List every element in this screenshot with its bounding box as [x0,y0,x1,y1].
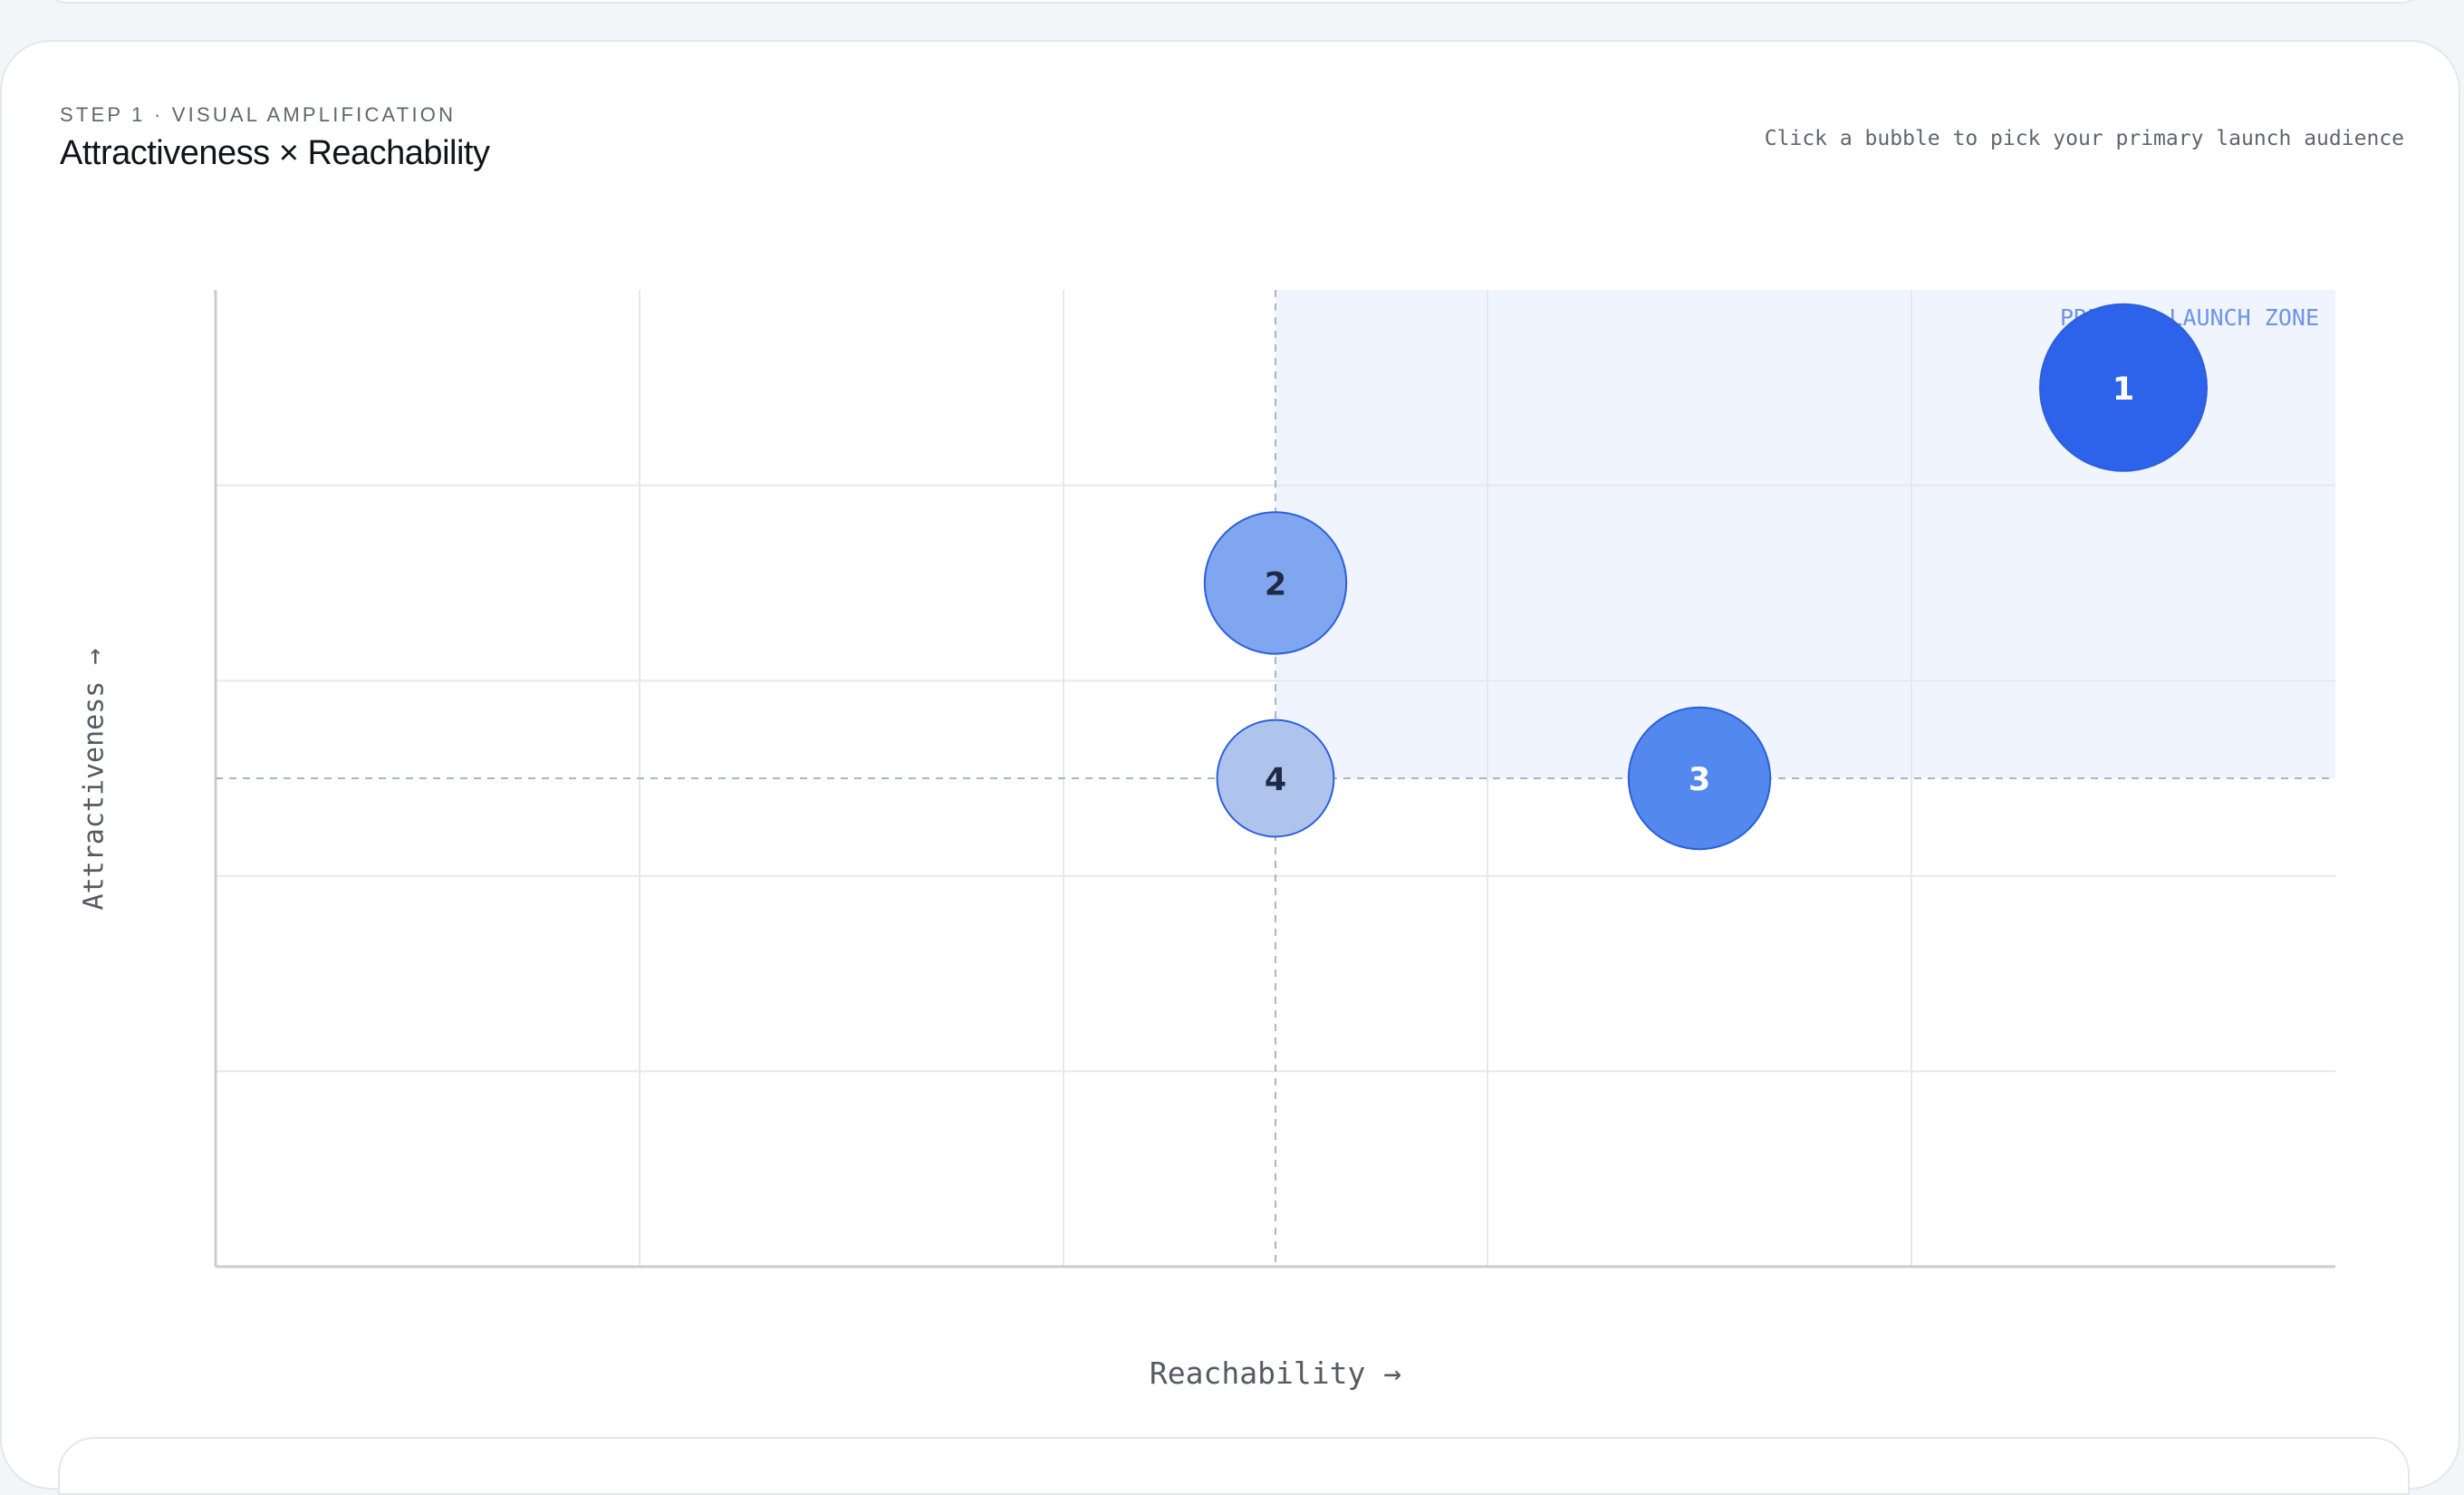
bubble-label-3: 3 [1689,762,1710,798]
bubble-label-2: 2 [1265,566,1286,603]
bubble-label-4: 4 [1265,762,1286,798]
x-axis-label: Reachability → [1149,1355,1402,1391]
next-card [58,1437,2410,1495]
y-axis-label: Attractiveness → [78,648,111,911]
bubble-chart: PRIMARY LAUNCH ZONE1234 [214,290,2335,1268]
bubble-label-1: 1 [2113,371,2134,408]
